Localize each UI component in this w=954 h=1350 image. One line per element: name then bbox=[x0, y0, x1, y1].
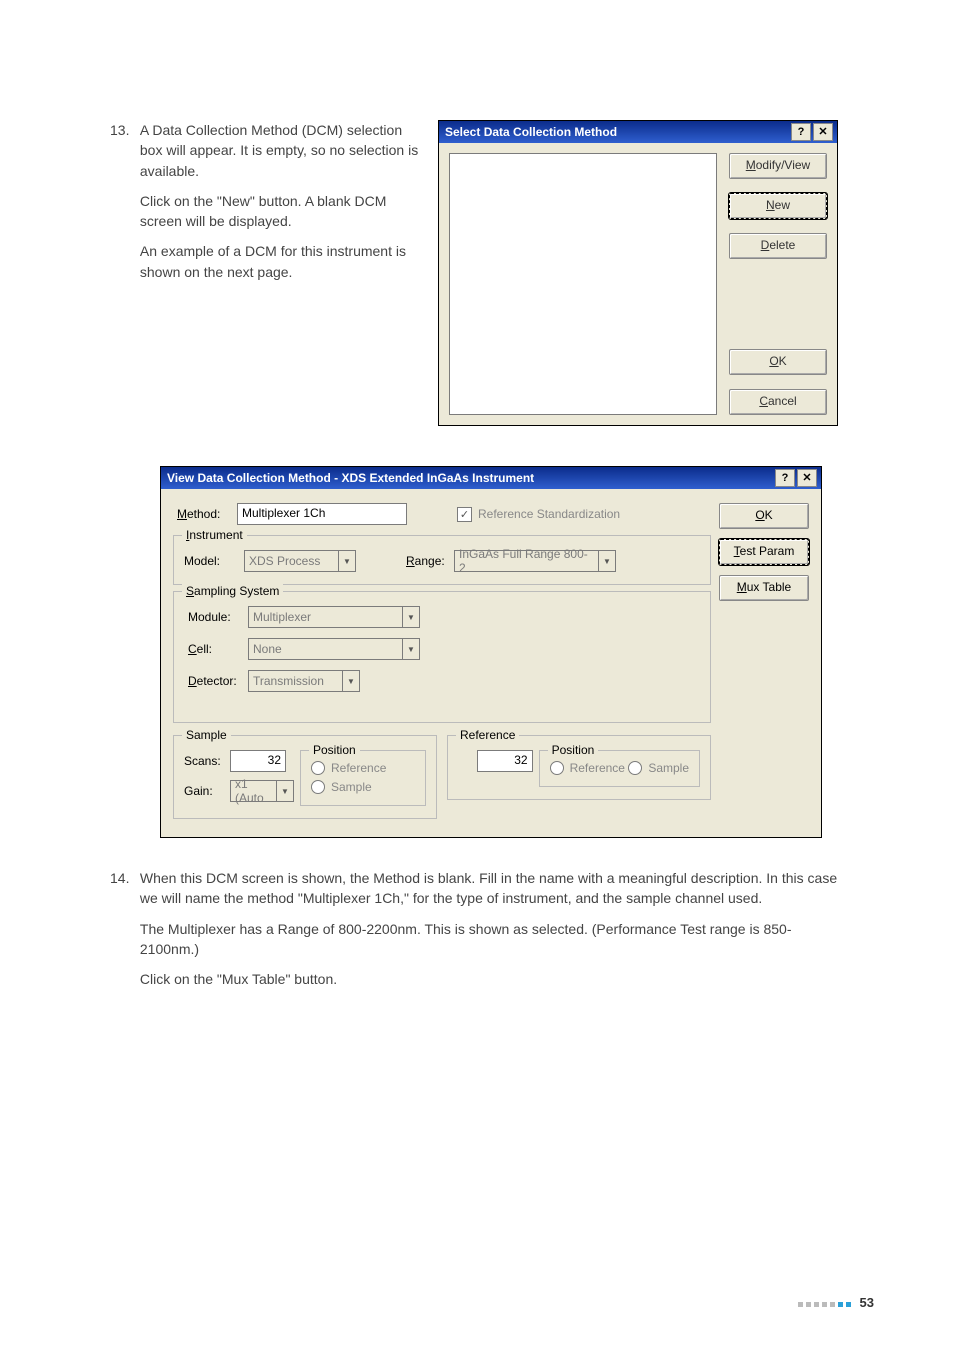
select-dcm-title: Select Data Collection Method bbox=[445, 125, 617, 139]
reference-scans-input[interactable]: 32 bbox=[477, 750, 533, 772]
position-legend: Position bbox=[548, 743, 599, 757]
close-icon[interactable]: ✕ bbox=[797, 469, 817, 487]
gain-label: Gain: bbox=[184, 784, 230, 798]
model-label: Model: bbox=[184, 554, 244, 568]
gain-select[interactable]: x1 (Auto ▼ bbox=[230, 780, 294, 802]
method-input[interactable]: Multiplexer 1Ch bbox=[237, 503, 407, 525]
step-14-p3: Click on the "Mux Table" button. bbox=[140, 969, 840, 989]
new-button[interactable]: New bbox=[729, 193, 827, 219]
sample-group: Sample Scans: 32 Gain: bbox=[173, 735, 437, 819]
reference-legend: Reference bbox=[456, 728, 519, 742]
instrument-group: Instrument Model: XDS Process ▼ Range: I… bbox=[173, 535, 711, 585]
cell-label: Cell: bbox=[188, 642, 248, 656]
detector-select[interactable]: Transmission ▼ bbox=[248, 670, 360, 692]
view-dcm-dialog: View Data Collection Method - XDS Extend… bbox=[160, 466, 822, 838]
scans-label: Scans: bbox=[184, 754, 230, 768]
chevron-down-icon: ▼ bbox=[402, 639, 419, 659]
position-legend: Position bbox=[309, 743, 360, 757]
step-13-p1: A Data Collection Method (DCM) selection… bbox=[140, 120, 420, 181]
reference-group: Reference 32 Position Reference Sampl bbox=[447, 735, 711, 800]
sample-position-group: Position Reference Sample bbox=[300, 750, 426, 806]
reference-position-sample-radio[interactable]: Sample bbox=[628, 761, 689, 775]
cell-select[interactable]: None ▼ bbox=[248, 638, 420, 660]
step-13-row: 13. A Data Collection Method (DCM) selec… bbox=[110, 120, 874, 426]
module-label: Module: bbox=[188, 610, 248, 624]
chevron-down-icon: ▼ bbox=[338, 551, 355, 571]
modify-view-button[interactable]: Modify/View bbox=[729, 153, 827, 179]
help-icon[interactable]: ? bbox=[791, 123, 811, 141]
reference-position-group: Position Reference Sample bbox=[539, 750, 700, 787]
delete-button[interactable]: Delete bbox=[729, 233, 827, 259]
step-13-p2: Click on the "New" button. A blank DCM s… bbox=[140, 191, 420, 232]
test-param-button[interactable]: Test Param bbox=[719, 539, 809, 565]
range-select[interactable]: InGaAs Full Range 800-2 ▼ bbox=[454, 550, 616, 572]
page-number: 53 bbox=[860, 1295, 874, 1310]
view-dcm-titlebar: View Data Collection Method - XDS Extend… bbox=[161, 467, 821, 489]
step-14-number: 14. bbox=[110, 868, 136, 888]
step-14-p2: The Multiplexer has a Range of 800-2200n… bbox=[140, 919, 840, 960]
sampling-system-group: Sampling System Module: Multiplexer ▼ Ce… bbox=[173, 591, 711, 723]
step-14-text: 14. When this DCM screen is shown, the M… bbox=[110, 868, 874, 999]
cancel-button[interactable]: Cancel bbox=[729, 389, 827, 415]
step-13-text: 13. A Data Collection Method (DCM) selec… bbox=[110, 120, 420, 292]
range-label: Range: bbox=[406, 554, 454, 568]
step-13-number: 13. bbox=[110, 120, 136, 140]
module-select[interactable]: Multiplexer ▼ bbox=[248, 606, 420, 628]
step-14-p1: When this DCM screen is shown, the Metho… bbox=[140, 868, 840, 909]
help-icon[interactable]: ? bbox=[775, 469, 795, 487]
reference-standardization-checkbox[interactable]: ✓ Reference Standardization bbox=[457, 507, 620, 522]
sample-position-reference-radio[interactable]: Reference bbox=[311, 761, 386, 775]
close-icon[interactable]: ✕ bbox=[813, 123, 833, 141]
chevron-down-icon: ▼ bbox=[342, 671, 359, 691]
footer-dots-icon bbox=[798, 1295, 854, 1310]
ok-button[interactable]: OK bbox=[729, 349, 827, 375]
dcm-listbox[interactable] bbox=[449, 153, 717, 415]
chevron-down-icon: ▼ bbox=[276, 781, 293, 801]
checkbox-icon: ✓ bbox=[457, 507, 472, 522]
view-dcm-title: View Data Collection Method - XDS Extend… bbox=[167, 471, 534, 485]
chevron-down-icon: ▼ bbox=[402, 607, 419, 627]
sample-scans-input[interactable]: 32 bbox=[230, 750, 286, 772]
sample-position-sample-radio[interactable]: Sample bbox=[311, 780, 372, 794]
mux-table-button[interactable]: Mux Table bbox=[719, 575, 809, 601]
reference-standardization-label: Reference Standardization bbox=[478, 507, 620, 521]
model-select[interactable]: XDS Process ▼ bbox=[244, 550, 356, 572]
view-ok-button[interactable]: OK bbox=[719, 503, 809, 529]
page-footer: 53 bbox=[798, 1295, 874, 1310]
chevron-down-icon: ▼ bbox=[598, 551, 615, 571]
select-dcm-titlebar: Select Data Collection Method ? ✕ bbox=[439, 121, 837, 143]
method-label: Method: bbox=[177, 507, 237, 521]
select-dcm-dialog: Select Data Collection Method ? ✕ Modify… bbox=[438, 120, 838, 426]
reference-position-reference-radio[interactable]: Reference bbox=[550, 761, 625, 775]
step-13-p3: An example of a DCM for this instrument … bbox=[140, 241, 420, 282]
detector-label: Detector: bbox=[188, 674, 248, 688]
sample-legend: Sample bbox=[182, 728, 231, 742]
